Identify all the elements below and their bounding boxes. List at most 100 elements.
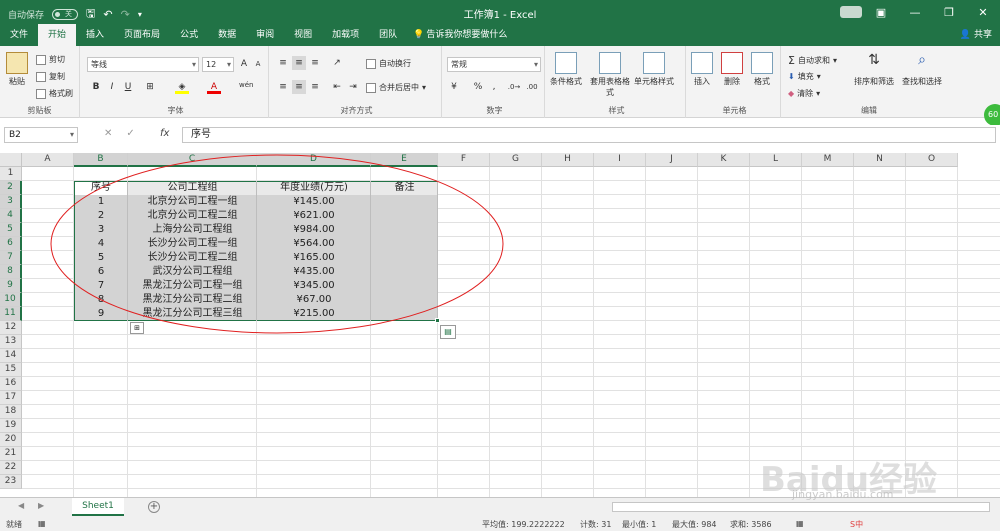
table-cell[interactable]: ¥67.00 <box>257 293 371 307</box>
row-header[interactable]: 16 <box>0 377 22 391</box>
insert-function-button[interactable]: fx <box>160 128 169 139</box>
column-header[interactable]: L <box>750 153 802 167</box>
tell-me-search[interactable]: 告诉我你想要做什么 <box>426 24 507 46</box>
row-header[interactable]: 17 <box>0 391 22 405</box>
row-header[interactable]: 8 <box>0 265 22 279</box>
column-header[interactable]: E <box>371 153 438 167</box>
header-cell[interactable]: 备注 <box>371 181 438 195</box>
column-header[interactable]: O <box>906 153 958 167</box>
column-header[interactable]: J <box>646 153 698 167</box>
tab-file[interactable]: 文件 <box>0 24 38 46</box>
row-header[interactable]: 4 <box>0 209 22 223</box>
fill-color-icon[interactable]: ◈ <box>175 80 189 94</box>
autosum-button[interactable]: Σ 自动求和 ▾ <box>788 54 837 67</box>
name-box[interactable]: B2 <box>4 127 78 143</box>
tab-formulas[interactable]: 公式 <box>170 24 208 46</box>
maximize-icon[interactable]: ❐ <box>932 0 966 24</box>
format-cells-button[interactable]: 格式 <box>751 52 773 87</box>
prev-sheet-icon[interactable]: ◀ <box>18 501 24 510</box>
add-sheet-icon[interactable]: + <box>148 501 160 513</box>
header-cell[interactable]: 年度业绩(万元) <box>257 181 371 195</box>
tab-team[interactable]: 团队 <box>369 24 407 46</box>
header-cell[interactable]: 公司工程组 <box>128 181 257 195</box>
align-center-icon[interactable]: ≡ <box>292 80 306 94</box>
table-cell[interactable]: 上海分公司工程组 <box>128 223 257 237</box>
column-header[interactable]: I <box>594 153 646 167</box>
horizontal-scrollbar[interactable] <box>612 502 990 512</box>
table-cell[interactable]: 1 <box>74 195 128 209</box>
decrease-indent-icon[interactable]: ⇤ <box>330 80 344 94</box>
copy-button[interactable]: 复制 <box>36 71 65 82</box>
insert-cells-button[interactable]: 插入 <box>691 52 713 87</box>
number-format-select[interactable]: 常规 <box>447 57 541 72</box>
quick-analysis-icon[interactable]: ▤ <box>440 325 456 339</box>
user-avatar[interactable] <box>840 6 862 18</box>
orientation-icon[interactable]: ↗ <box>330 56 344 70</box>
close-icon[interactable]: ✕ <box>966 0 1000 24</box>
row-header[interactable]: 15 <box>0 363 22 377</box>
row-header[interactable]: 19 <box>0 419 22 433</box>
table-cell[interactable]: ¥345.00 <box>257 279 371 293</box>
shrink-font-icon[interactable]: A <box>251 57 265 71</box>
table-cell[interactable]: 黑龙江分公司工程二组 <box>128 293 257 307</box>
currency-icon[interactable]: ¥ <box>447 80 461 94</box>
table-cell[interactable]: 3 <box>74 223 128 237</box>
table-cell[interactable]: 2 <box>74 209 128 223</box>
italic-button[interactable]: I <box>105 80 119 94</box>
merge-center-button[interactable]: 合并后居中 ▾ <box>366 82 426 93</box>
paste-options-icon[interactable]: ⊞ <box>130 322 144 334</box>
fill-button[interactable]: ⬇ 填充 ▾ <box>788 71 821 82</box>
row-header[interactable]: 12 <box>0 321 22 335</box>
column-header[interactable]: M <box>802 153 854 167</box>
table-cell[interactable] <box>371 279 438 293</box>
tab-view[interactable]: 视图 <box>284 24 322 46</box>
table-cell[interactable] <box>371 293 438 307</box>
row-header[interactable]: 23 <box>0 475 22 489</box>
font-name-select[interactable]: 等线 <box>87 57 199 72</box>
formula-input[interactable]: 序号 <box>182 127 996 143</box>
font-size-select[interactable]: 12 <box>202 57 234 72</box>
paste-button[interactable]: 粘贴 <box>6 52 28 87</box>
table-cell[interactable]: ¥215.00 <box>257 307 371 321</box>
format-painter-button[interactable]: 格式刷 <box>36 88 73 99</box>
row-header[interactable]: 3 <box>0 195 22 209</box>
row-header[interactable]: 10 <box>0 293 22 307</box>
delete-cells-button[interactable]: 删除 <box>721 52 743 87</box>
table-cell[interactable]: ¥564.00 <box>257 237 371 251</box>
table-cell[interactable]: ¥621.00 <box>257 209 371 223</box>
table-cell[interactable]: 9 <box>74 307 128 321</box>
ime-icon[interactable]: S中 <box>850 519 863 530</box>
table-cell[interactable]: 黑龙江分公司工程三组 <box>128 307 257 321</box>
macro-record-icon[interactable]: ▦ <box>38 519 46 528</box>
column-header[interactable]: A <box>22 153 74 167</box>
wrap-text-button[interactable]: 自动换行 <box>366 58 411 69</box>
cancel-icon[interactable]: ✕ <box>104 128 112 139</box>
table-cell[interactable] <box>371 195 438 209</box>
tab-home[interactable]: 开始 <box>38 24 77 46</box>
row-header[interactable]: 7 <box>0 251 22 265</box>
column-header[interactable]: D <box>257 153 371 167</box>
table-cell[interactable]: 8 <box>74 293 128 307</box>
worksheet-grid[interactable]: A B C D E F G H I J K L M N O 1 2 3 4 5 6 7 8 9 10 11 12 13 14 15 16 17… <box>0 153 1000 497</box>
table-cell[interactable]: ¥165.00 <box>257 251 371 265</box>
table-cell[interactable]: 5 <box>74 251 128 265</box>
align-right-icon[interactable]: ≡ <box>308 80 322 94</box>
table-cell[interactable]: 黑龙江分公司工程一组 <box>128 279 257 293</box>
tab-addins[interactable]: 加载项 <box>322 24 369 46</box>
border-icon[interactable]: ⊞ <box>143 80 157 94</box>
grow-font-icon[interactable]: A <box>237 57 251 71</box>
column-header[interactable]: B <box>74 153 128 167</box>
find-select-button[interactable]: ⌕ 查找和选择 <box>902 52 942 87</box>
align-top-icon[interactable]: ≡ <box>276 56 290 70</box>
row-header[interactable]: 18 <box>0 405 22 419</box>
cell-styles-button[interactable]: 单元格样式 <box>634 52 674 87</box>
cut-button[interactable]: 剪切 <box>36 54 65 65</box>
increase-indent-icon[interactable]: ⇥ <box>346 80 360 94</box>
table-cell[interactable]: 7 <box>74 279 128 293</box>
conditional-format-button[interactable]: 条件格式 <box>550 52 582 87</box>
table-cell[interactable]: 长沙分公司工程二组 <box>128 251 257 265</box>
table-cell[interactable] <box>371 265 438 279</box>
font-color-icon[interactable]: A <box>207 80 221 94</box>
table-cell[interactable]: ¥435.00 <box>257 265 371 279</box>
column-header[interactable]: G <box>490 153 542 167</box>
